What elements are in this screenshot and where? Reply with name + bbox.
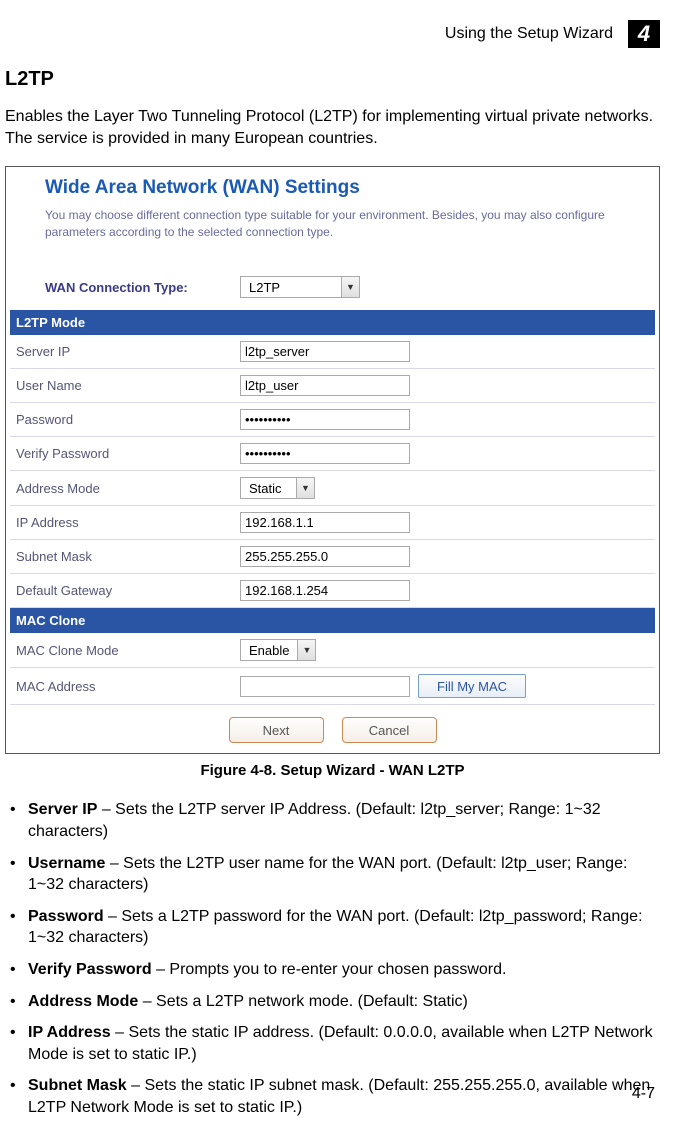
user-name-row: User Name	[10, 369, 655, 403]
user-name-label: User Name	[16, 378, 240, 393]
chevron-down-icon: ▼	[341, 277, 359, 297]
mac-clone-mode-select[interactable]: Enable ▼	[240, 639, 316, 661]
bullet-list: •Server IP – Sets the L2TP server IP Add…	[5, 799, 660, 1118]
ip-address-input[interactable]	[240, 512, 410, 533]
chapter-number-box: 4	[628, 20, 660, 48]
list-item: •Address Mode – Sets a L2TP network mode…	[10, 991, 660, 1013]
bullet-bold: Password	[28, 908, 104, 925]
server-ip-label: Server IP	[16, 344, 240, 359]
next-button[interactable]: Next	[229, 717, 324, 743]
mac-clone-mode-value: Enable	[241, 643, 297, 658]
bullet-text: – Sets the L2TP user name for the WAN po…	[28, 855, 627, 894]
wan-connection-type-label: WAN Connection Type:	[45, 280, 240, 295]
nav-button-row: Next Cancel	[10, 705, 655, 751]
default-gateway-label: Default Gateway	[16, 583, 240, 598]
cancel-button[interactable]: Cancel	[342, 717, 437, 743]
mac-address-row: MAC Address Fill My MAC	[10, 668, 655, 705]
header-section-text: Using the Setup Wizard	[445, 25, 613, 43]
wan-settings-title: Wide Area Network (WAN) Settings	[10, 171, 655, 203]
ip-address-label: IP Address	[16, 515, 240, 530]
bullet-bold: Server IP	[28, 801, 97, 818]
bullet-bold: IP Address	[28, 1024, 111, 1041]
bullet-bold: Verify Password	[28, 961, 152, 978]
bullet-text: – Sets a L2TP password for the WAN port.…	[28, 908, 643, 947]
subnet-mask-input[interactable]	[240, 546, 410, 567]
fill-my-mac-button[interactable]: Fill My MAC	[418, 674, 526, 698]
address-mode-select[interactable]: Static ▼	[240, 477, 315, 499]
page-header: Using the Setup Wizard 4	[5, 20, 660, 48]
wan-connection-type-value: L2TP	[241, 280, 341, 295]
wan-connection-type-row: WAN Connection Type: L2TP ▼	[10, 270, 655, 310]
verify-password-row: Verify Password	[10, 437, 655, 471]
address-mode-label: Address Mode	[16, 481, 240, 496]
figure-caption: Figure 4-8. Setup Wizard - WAN L2TP	[5, 762, 660, 779]
bullet-bold: Subnet Mask	[28, 1077, 127, 1094]
wan-connection-type-select[interactable]: L2TP ▼	[240, 276, 360, 298]
default-gateway-input[interactable]	[240, 580, 410, 601]
mac-clone-section-bar: MAC Clone	[10, 608, 655, 633]
address-mode-row: Address Mode Static ▼	[10, 471, 655, 506]
list-item: •Password – Sets a L2TP password for the…	[10, 906, 660, 949]
list-item: •Username – Sets the L2TP user name for …	[10, 853, 660, 896]
list-item: •Server IP – Sets the L2TP server IP Add…	[10, 799, 660, 842]
verify-password-input[interactable]	[240, 443, 410, 464]
bullet-bold: Username	[28, 855, 105, 872]
l2tp-mode-section-bar: L2TP Mode	[10, 310, 655, 335]
password-input[interactable]	[240, 409, 410, 430]
password-row: Password	[10, 403, 655, 437]
page-number: 4-7	[632, 1085, 655, 1103]
chevron-down-icon: ▼	[297, 640, 315, 660]
intro-paragraph: Enables the Layer Two Tunneling Protocol…	[5, 106, 660, 151]
list-item: •IP Address – Sets the static IP address…	[10, 1022, 660, 1065]
mac-address-label: MAC Address	[16, 679, 240, 694]
mac-clone-mode-row: MAC Clone Mode Enable ▼	[10, 633, 655, 668]
password-label: Password	[16, 412, 240, 427]
verify-password-label: Verify Password	[16, 446, 240, 461]
server-ip-row: Server IP	[10, 335, 655, 369]
bullet-text: – Sets the static IP address. (Default: …	[28, 1024, 653, 1063]
list-item: •Subnet Mask – Sets the static IP subnet…	[10, 1075, 660, 1118]
list-item: •Verify Password – Prompts you to re-ent…	[10, 959, 660, 981]
user-name-input[interactable]	[240, 375, 410, 396]
bullet-bold: Address Mode	[28, 993, 138, 1010]
subnet-mask-row: Subnet Mask	[10, 540, 655, 574]
bullet-text: – Sets the L2TP server IP Address. (Defa…	[28, 801, 601, 840]
ip-address-row: IP Address	[10, 506, 655, 540]
screenshot-panel: Wide Area Network (WAN) Settings You may…	[5, 166, 660, 755]
bullet-text: – Prompts you to re-enter your chosen pa…	[152, 961, 507, 978]
mac-clone-mode-label: MAC Clone Mode	[16, 643, 240, 658]
bullet-text: – Sets a L2TP network mode. (Default: St…	[138, 993, 468, 1010]
wan-settings-description: You may choose different connection type…	[10, 203, 655, 271]
mac-address-input[interactable]	[240, 676, 410, 697]
subnet-mask-label: Subnet Mask	[16, 549, 240, 564]
address-mode-value: Static	[241, 481, 296, 496]
chevron-down-icon: ▼	[296, 478, 314, 498]
section-title: L2TP	[5, 68, 660, 91]
default-gateway-row: Default Gateway	[10, 574, 655, 608]
server-ip-input[interactable]	[240, 341, 410, 362]
